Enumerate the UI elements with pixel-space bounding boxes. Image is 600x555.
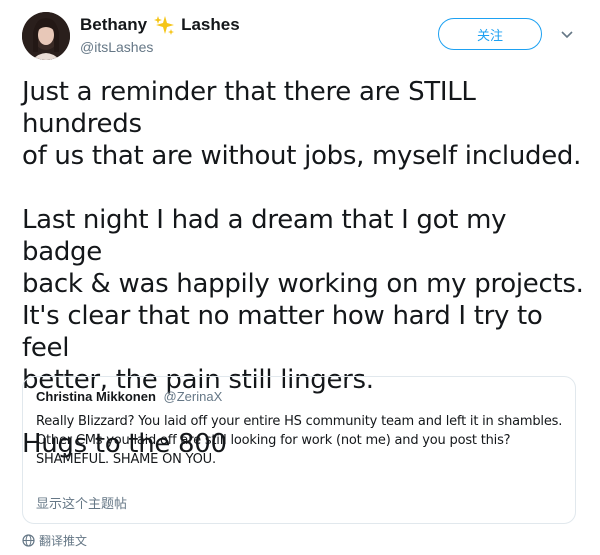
- tweet-card: Bethany Lashes @itsLashes 关注 Just a remi…: [0, 0, 600, 555]
- author-block: Bethany Lashes @itsLashes: [80, 14, 240, 55]
- avatar[interactable]: [22, 12, 70, 60]
- translate-label: 翻译推文: [39, 534, 88, 548]
- sparkles-icon: [153, 14, 175, 36]
- author-handle[interactable]: @itsLashes: [80, 39, 240, 55]
- quoted-tweet[interactable]: Christina Mikkonen @ZerinaX Really Blizz…: [22, 376, 576, 524]
- chevron-down-icon[interactable]: [560, 27, 574, 41]
- show-thread-link[interactable]: 显示这个主题帖: [36, 493, 127, 512]
- tweet-paragraph: Just a reminder that there are STILL hun…: [22, 77, 582, 171]
- display-name[interactable]: Bethany Lashes: [80, 14, 240, 36]
- display-name-last: Lashes: [181, 15, 240, 34]
- quoted-author-name: Christina Mikkonen: [36, 389, 156, 404]
- globe-icon: [22, 534, 35, 547]
- quoted-tweet-header: Christina Mikkonen @ZerinaX: [36, 389, 222, 404]
- translate-tweet-link[interactable]: 翻译推文: [22, 532, 87, 549]
- display-name-first: Bethany: [80, 15, 148, 34]
- tweet-paragraph: Last night I had a dream that I got my b…: [22, 205, 584, 395]
- quoted-tweet-text: Really Blizzard? You laid off your entir…: [36, 414, 563, 467]
- follow-button[interactable]: 关注: [438, 18, 542, 50]
- quoted-author-handle: @ZerinaX: [163, 389, 223, 404]
